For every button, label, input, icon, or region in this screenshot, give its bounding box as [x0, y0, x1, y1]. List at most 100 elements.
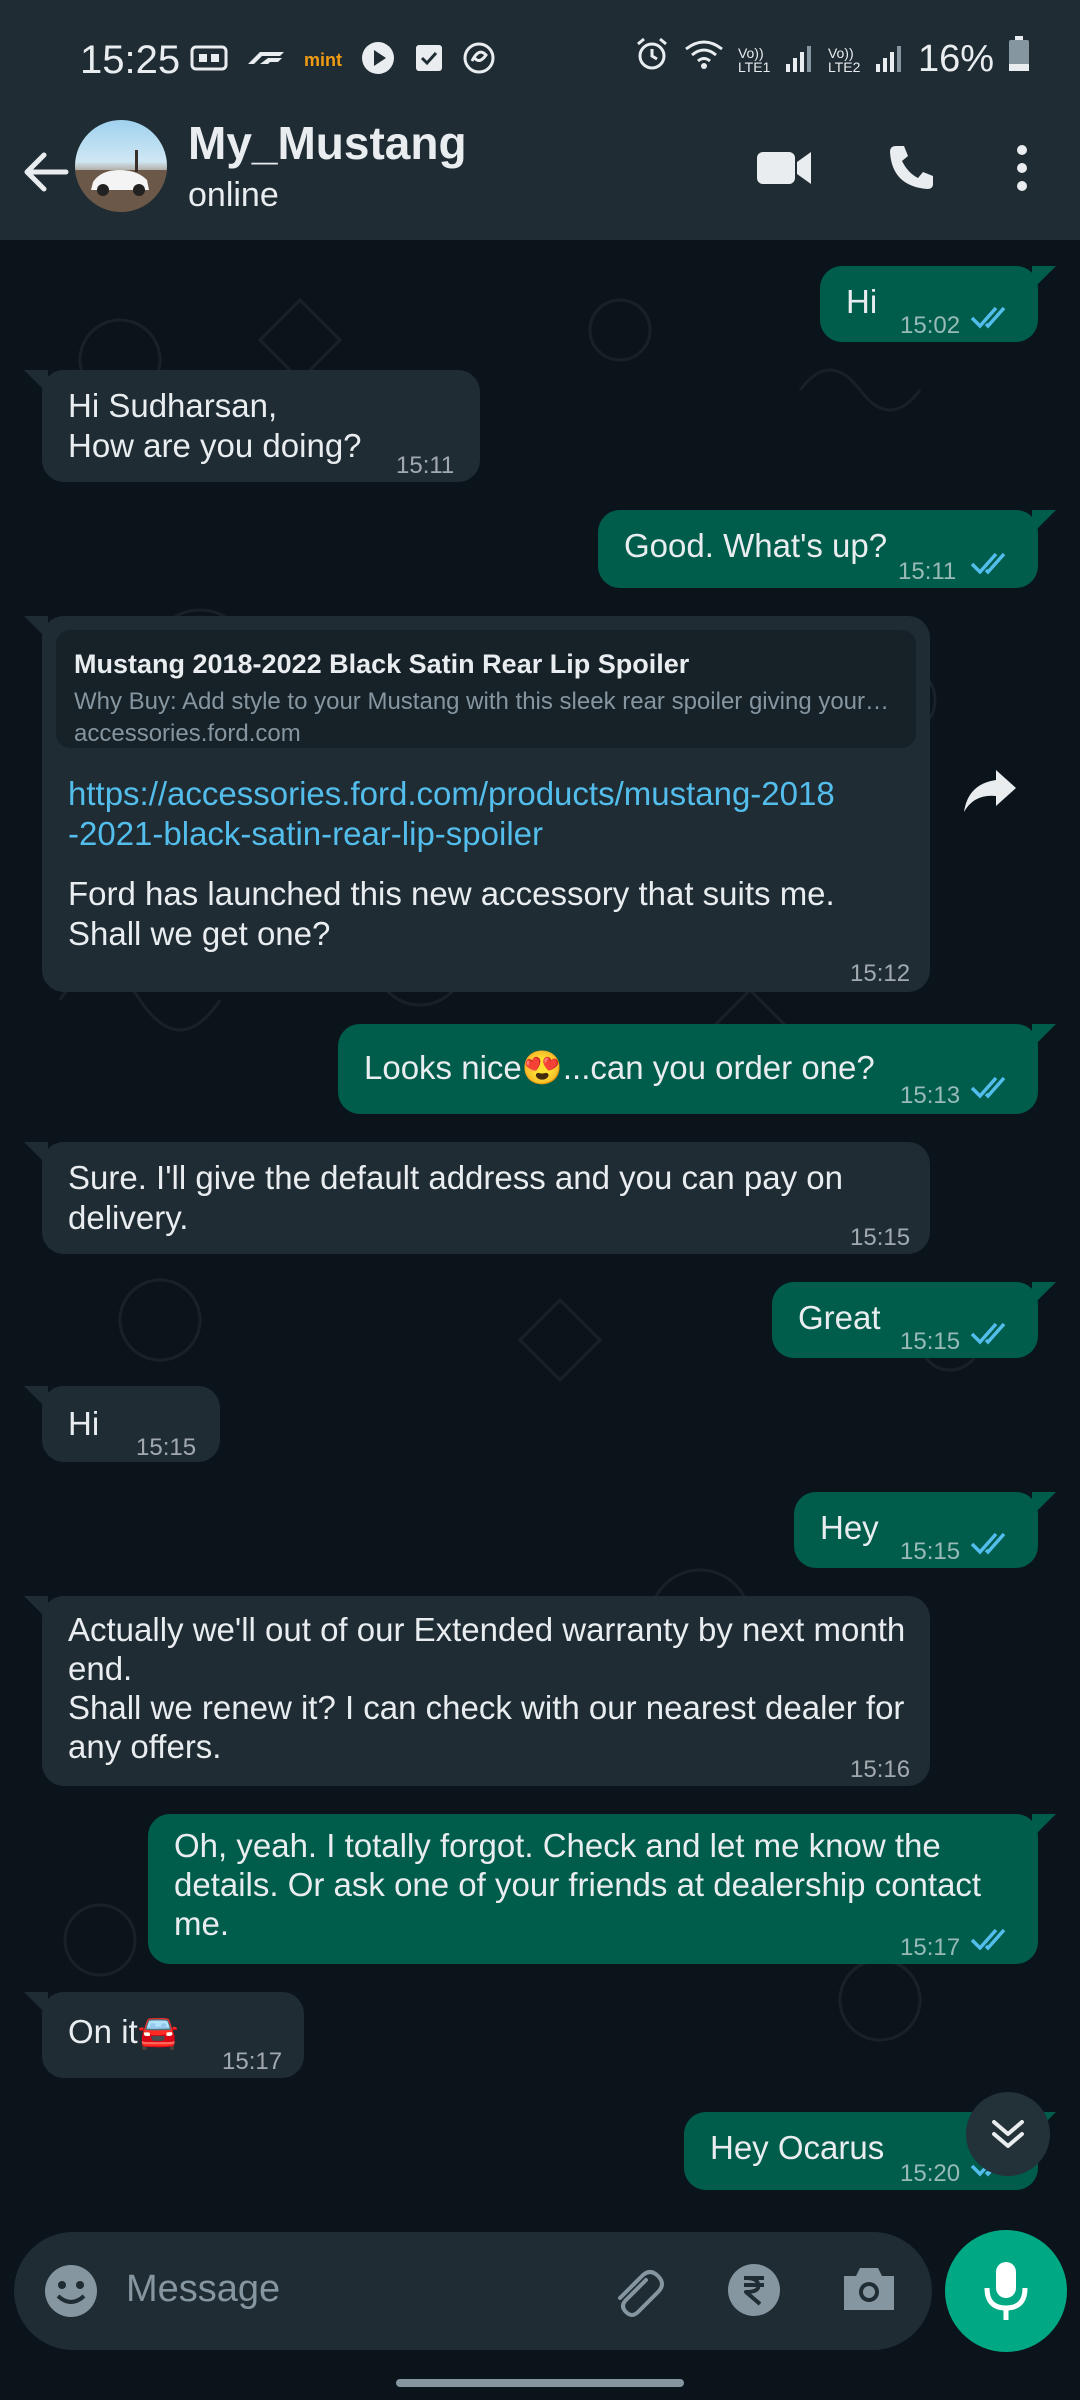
wifi-icon: [684, 38, 724, 81]
double-check-icon: [970, 1532, 1006, 1555]
message-time: 15:11: [396, 452, 455, 479]
message-text: Oh, yeah. I totally forgot. Check and le…: [174, 1827, 941, 1864]
forward-button[interactable]: [960, 766, 1030, 826]
message-incoming-link[interactable]: Mustang 2018-2022 Black Satin Rear Lip S…: [24, 616, 930, 992]
message-text: any offers.: [68, 1728, 222, 1765]
message-input[interactable]: Message: [126, 2268, 280, 2311]
contact-name[interactable]: My_Mustang: [188, 116, 467, 170]
message-time: 15:16: [850, 1756, 911, 1783]
message-time: 15:11: [898, 558, 957, 585]
double-check-icon: [970, 306, 1006, 329]
message-text: Hi Sudharsan,: [68, 387, 278, 424]
scroll-to-bottom-button[interactable]: [966, 2092, 1050, 2176]
back-button[interactable]: [18, 142, 78, 202]
car-emoji: 🚘: [137, 2013, 179, 2050]
message-time: 15:02: [900, 312, 961, 339]
message-text: Hey: [820, 1509, 879, 1546]
message-incoming[interactable]: Hi 15:15: [24, 1386, 220, 1462]
signal-sim2-icon: Vo)) LTE2: [828, 44, 904, 74]
more-vertical-icon: [1017, 145, 1027, 191]
chat-header: My_Mustang online: [0, 117, 1080, 240]
link-preview-title: Mustang 2018-2022 Black Satin Rear Lip S…: [74, 649, 690, 679]
chat-area[interactable]: Hi 15:02 Hi Sudharsan, How are you doing…: [0, 240, 1080, 2230]
double-check-icon: [970, 1928, 1006, 1951]
camera-icon: [844, 2268, 894, 2310]
message-text: Looks nice: [364, 1049, 522, 1086]
phone-icon: [890, 146, 933, 189]
message-text: Hi: [68, 1405, 100, 1442]
message-time: 15:15: [850, 1224, 911, 1251]
message-composer: Message: [14, 2232, 932, 2350]
battery-percent: 16%: [917, 37, 994, 80]
message-link[interactable]: -2021-black-satin-rear-lip-spoiler: [68, 814, 835, 854]
message-text: On it: [68, 2013, 138, 2050]
message-incoming[interactable]: Hi Sudharsan, How are you doing? 15:11: [24, 370, 480, 482]
link-preview-domain: accessories.ford.com: [74, 720, 301, 747]
emoji-smile-icon: [45, 2265, 97, 2317]
video-call-button[interactable]: [755, 146, 813, 195]
home-gesture-pill[interactable]: [396, 2379, 684, 2387]
mint-icon: mint: [304, 50, 342, 70]
double-check-icon: [970, 1076, 1006, 1099]
alarm-icon: [634, 36, 670, 82]
message-text: How are you doing?: [68, 427, 362, 464]
message-text: me.: [174, 1905, 230, 1942]
message-text: Great: [798, 1299, 881, 1336]
play-icon: [360, 40, 396, 81]
forward-arrow-icon: [964, 770, 1016, 812]
attach-button[interactable]: [606, 2262, 666, 2327]
message-text: Sure. I'll give the default address and …: [68, 1159, 843, 1196]
message-incoming[interactable]: On it🚘 15:17: [24, 1992, 304, 2078]
signal-sim1-icon: Vo)) LTE1: [738, 44, 814, 74]
sim2-label: Vo)) LTE2: [827, 45, 861, 75]
system-icons: Vo)) LTE1 Vo)) LTE2 16%: [634, 36, 1030, 82]
message-text: Shall we get one?: [68, 915, 331, 952]
message-outgoing[interactable]: Hey 15:15: [794, 1492, 1056, 1568]
message-time: 15:12: [850, 960, 911, 987]
message-outgoing[interactable]: Great 15:15: [772, 1282, 1056, 1358]
message-outgoing[interactable]: Looks nice😍...can you order one? 15:13: [338, 1024, 1056, 1114]
emoji-button[interactable]: [42, 2262, 100, 2325]
message-text: details. Or ask one of your friends at d…: [174, 1866, 982, 1903]
sim1-label: Vo)) LTE1: [737, 45, 771, 75]
microphone-icon: [984, 2262, 1028, 2320]
message-time: 15:17: [900, 1934, 961, 1961]
more-options-button[interactable]: [1010, 142, 1034, 201]
checkbox-icon: [414, 43, 444, 78]
double-check-icon: [970, 1322, 1006, 1345]
message-link[interactable]: https://accessories.ford.com/products/mu…: [68, 774, 835, 814]
message-outgoing[interactable]: Hi 15:02: [820, 266, 1056, 342]
message-incoming[interactable]: Actually we'll out of our Extended warra…: [24, 1596, 930, 1786]
message-time: 15:15: [136, 1434, 197, 1461]
double-chevron-down-icon: [992, 2120, 1024, 2148]
swirl-icon: [462, 41, 496, 80]
message-outgoing[interactable]: Good. What's up? 15:11: [598, 510, 1056, 588]
voice-record-button[interactable]: [945, 2230, 1067, 2352]
camera-button[interactable]: [840, 2262, 898, 2321]
message-text: Actually we'll out of our Extended warra…: [68, 1611, 906, 1648]
message-time: 15:15: [900, 1538, 961, 1565]
message-incoming[interactable]: Sure. I'll give the default address and …: [24, 1142, 930, 1254]
message-time: 15:17: [222, 2048, 283, 2075]
video-camera-icon: [757, 152, 811, 184]
message-time: 15:20: [900, 2160, 961, 2187]
arrow-left-icon: [24, 152, 69, 192]
message-text: Shall we renew it? I can check with our …: [68, 1689, 905, 1726]
status-bar: 15:25 mint Vo)) LTE1 Vo)) LTE2 16%: [0, 0, 1080, 120]
message-text: Good. What's up?: [624, 527, 888, 564]
avatar[interactable]: [75, 120, 167, 212]
message-text: Hey Ocarus: [710, 2129, 885, 2166]
status-time: 15:25: [80, 38, 181, 82]
link-preview[interactable]: Mustang 2018-2022 Black Satin Rear Lip S…: [56, 630, 916, 748]
message-time: 15:13: [900, 1082, 961, 1109]
message-outgoing[interactable]: Oh, yeah. I totally forgot. Check and le…: [148, 1814, 1056, 1964]
battery-icon: [1008, 36, 1030, 82]
message-text: ...can you order one?: [562, 1049, 875, 1086]
payment-button[interactable]: [726, 2262, 782, 2323]
system-nav-bar: [0, 2355, 1080, 2400]
message-text: Ford has launched this new accessory tha…: [68, 875, 835, 912]
double-check-icon: [970, 552, 1006, 575]
rupee-icon: [728, 2264, 780, 2316]
f1-icon: [246, 48, 286, 73]
voice-call-button[interactable]: [886, 142, 936, 197]
